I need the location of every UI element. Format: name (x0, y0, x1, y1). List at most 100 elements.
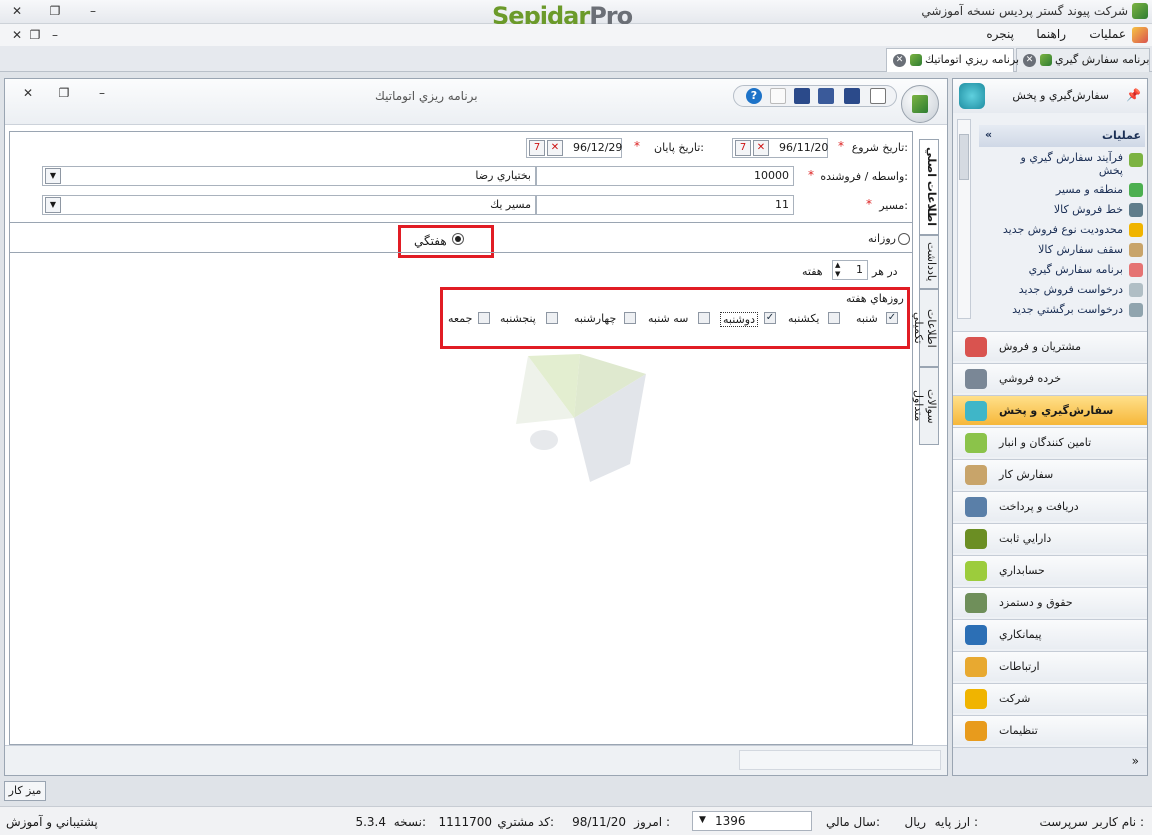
every-label: در هر (872, 265, 898, 278)
menu-help[interactable]: راهنما (1036, 27, 1066, 41)
pin-icon[interactable]: 📌 (1126, 88, 1141, 102)
route-label: مسير: (879, 199, 908, 212)
module-retail[interactable]: خرده فروشي (953, 363, 1147, 393)
sepidar-orb-icon[interactable] (901, 85, 939, 123)
agent-label: واسطه / فروشنده: (820, 170, 908, 183)
tab-close-icon[interactable]: ✕ (893, 53, 906, 67)
end-date-field[interactable]: 7 ✕ 96/12/29 (526, 138, 622, 158)
route-code-field[interactable]: 11 (536, 195, 794, 215)
week-label: هفته (802, 265, 823, 278)
module-accounting[interactable]: حسابداري (953, 555, 1147, 585)
tab-close-icon[interactable]: ✕ (1023, 53, 1036, 67)
menu-window[interactable]: پنجره (986, 27, 1014, 41)
op-item[interactable]: منطقه و مسير (963, 183, 1123, 196)
stepper-arrows-icon[interactable]: ▲ ▼ (835, 261, 840, 279)
save-new-icon[interactable] (844, 88, 860, 104)
op-item[interactable]: فرآيند سفارش گيري و پخش (993, 151, 1123, 177)
daily-label: روزانه (868, 232, 896, 245)
doc-restore-button[interactable]: ❐ (53, 83, 75, 103)
weekday-checkbox-monday[interactable]: ✓ (764, 312, 776, 324)
calendar-icon[interactable]: 7 (529, 140, 545, 156)
document-toolbar: ? (733, 85, 897, 107)
menu-operations[interactable]: عمليات (1089, 27, 1126, 41)
module-icon (965, 625, 987, 645)
module-receipt-payment[interactable]: دريافت و پرداخت (953, 491, 1147, 521)
scrollbar-thumb[interactable] (959, 134, 969, 180)
app-icon (1132, 3, 1148, 19)
every-weeks-stepper[interactable]: ▲ ▼ 1 (832, 260, 868, 280)
status-customer-label: كد مشتري: (497, 815, 554, 829)
weekday-checkbox-sunday[interactable] (828, 312, 840, 324)
operations-panel: « عمليات فرآيند سفارش گيري و پخش منطقه و… (979, 125, 1145, 319)
chevron-down-icon[interactable]: ▼ (45, 168, 61, 184)
module-contracting[interactable]: پيمانكاري (953, 619, 1147, 649)
mdi-restore-button[interactable]: ❐ (24, 25, 46, 45)
desktop-button[interactable]: ميز كار (4, 781, 46, 801)
route-name-field[interactable]: ▼ مسير يك (42, 195, 536, 215)
fiscal-year-select[interactable]: ▼ 1396 (692, 811, 812, 831)
op-item[interactable]: سقف سفارش كالا (963, 243, 1123, 256)
new-document-icon[interactable] (870, 88, 886, 104)
close-window-button[interactable]: ✕ (6, 1, 28, 21)
daily-radio[interactable] (898, 233, 910, 245)
op-item[interactable]: خط فروش كالا (963, 203, 1123, 216)
doc-minimize-button[interactable]: – (91, 83, 113, 103)
support-link[interactable]: پشتيباني و آموزش (6, 815, 98, 829)
collapse-icon[interactable]: « (985, 128, 992, 141)
weekday-checkbox-tuesday[interactable] (698, 312, 710, 324)
document-title: برنامه ريزي اتوماتيك (375, 89, 478, 103)
chevron-down-icon[interactable]: ▼ (45, 197, 61, 213)
agent-code-field[interactable]: 10000 (536, 166, 794, 186)
module-icon (965, 593, 987, 613)
weekly-radio[interactable] (452, 233, 464, 245)
module-icon (965, 465, 987, 485)
op-item[interactable]: برنامه سفارش گيري (963, 263, 1123, 276)
status-bar: نام كاربر : سرپرست ارز پايه : ريال سال م… (0, 806, 1152, 835)
status-user: سرپرست (1039, 815, 1088, 829)
chevron-down-icon[interactable]: ▼ (699, 815, 706, 825)
module-customers-sales[interactable]: مشتريان و فروش (953, 331, 1147, 361)
module-settings[interactable]: تنظيمات (953, 715, 1147, 745)
tab-auto-planning[interactable]: ✕ برنامه ريزي اتوماتيك (886, 48, 1019, 72)
vtab-extra-info[interactable]: اطلاعات تكميلي (912, 289, 939, 367)
tab-icon (909, 54, 922, 66)
agent-name-field[interactable]: ▼ بختياري رضا (42, 166, 536, 186)
vtab-main-info[interactable]: اطلاعات اصلي (919, 139, 939, 235)
copy-icon[interactable] (770, 88, 786, 104)
op-item[interactable]: محدوديت نوع فروش جديد (963, 223, 1123, 236)
save-icon[interactable] (794, 88, 810, 104)
status-today-label: امروز : (634, 815, 670, 829)
save-close-icon[interactable] (818, 88, 834, 104)
weekly-label: هفتگي (414, 234, 447, 248)
weekday-checkbox-thursday[interactable] (546, 312, 558, 324)
op-item[interactable]: درخواست فروش جديد (963, 283, 1123, 296)
doc-close-button[interactable]: ✕ (17, 83, 39, 103)
status-today: 98/11/20 (572, 815, 626, 829)
weekday-checkbox-saturday[interactable]: ✓ (886, 312, 898, 324)
module-communications[interactable]: ارتباطات (953, 651, 1147, 681)
module-ordering-distribution[interactable]: سفارش‌گيري و پخش (953, 395, 1147, 425)
module-payroll[interactable]: حقوق و دستمزد (953, 587, 1147, 617)
module-work-order[interactable]: سفارش كار (953, 459, 1147, 489)
weekday-checkbox-friday[interactable] (478, 312, 490, 324)
module-fixed-assets[interactable]: دارايي ثابت (953, 523, 1147, 553)
mdi-minimize-button[interactable]: – (44, 25, 66, 45)
op-item[interactable]: درخواست برگشتي جديد (963, 303, 1123, 316)
expand-icon[interactable]: » (1132, 754, 1139, 768)
vtab-faq[interactable]: سوالات متداول (912, 367, 939, 445)
calendar-icon[interactable]: 7 (735, 140, 751, 156)
operations-header: « عمليات (979, 125, 1145, 147)
title-bar: ✕ ❐ – SepidarPro شرکت پيوند گستر پرديس ن… (0, 0, 1152, 30)
minimize-window-button[interactable]: – (82, 1, 104, 21)
start-date-label: تاريخ شروع: (851, 141, 908, 154)
vtab-notes[interactable]: يادداشت (919, 235, 939, 289)
restore-window-button[interactable]: ❐ (44, 1, 66, 21)
clear-date-icon[interactable]: ✕ (753, 140, 769, 156)
clear-date-icon[interactable]: ✕ (547, 140, 563, 156)
module-suppliers-warehouse[interactable]: تامين كنندگان و انبار (953, 427, 1147, 457)
tab-order-program[interactable]: ✕ برنامه سفارش گيري (1016, 48, 1150, 72)
help-icon[interactable]: ? (746, 88, 762, 104)
start-date-field[interactable]: 7 ✕ 96/11/20 (732, 138, 828, 158)
module-company[interactable]: شركت (953, 683, 1147, 713)
weekday-checkbox-wednesday[interactable] (624, 312, 636, 324)
